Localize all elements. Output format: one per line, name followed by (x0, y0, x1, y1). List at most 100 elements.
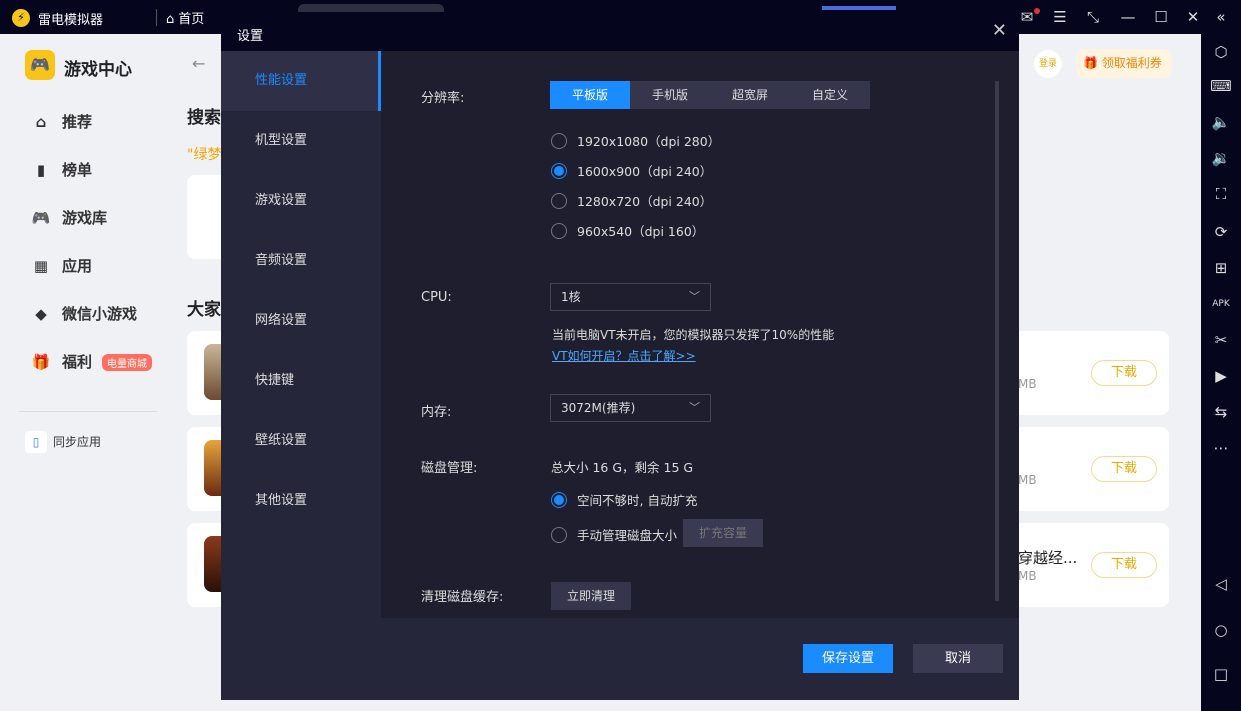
memory-value: 3072M(推荐) (561, 401, 636, 415)
diamond-icon: ◆ (35, 305, 47, 323)
sidebar-item-wechat-games[interactable]: ◆ 微信小游戏 (30, 303, 137, 324)
sidebar-item-welfare[interactable]: 🎁 福利 电量商城 (30, 351, 153, 372)
sidebar-item-apps[interactable]: ▦ 应用 (30, 255, 92, 276)
house-icon: ⌂ (35, 113, 47, 131)
disk-manual-option[interactable]: 手动管理磁盘大小 (551, 525, 677, 544)
coupon-button[interactable]: 🎁 领取福利券 (1077, 49, 1171, 78)
volume-up-icon[interactable]: 🔈 (1209, 110, 1233, 134)
rotate-icon[interactable]: ⟳ (1209, 220, 1233, 244)
close-icon[interactable]: ✕ (1183, 8, 1203, 26)
coupon-label: 领取福利券 (1101, 56, 1162, 70)
right-toolbar: ⬡ ⌨ 🔈 🔉 ⛶ ⟳ ⊞ APK ✂ ▶ ⇆ ⋯ ◁ ○ □ (1201, 34, 1241, 711)
search-heading: 搜索 (187, 108, 221, 128)
disk-summary: 总大小 16 G，剩余 15 G (551, 460, 694, 475)
close-icon[interactable]: ✕ (992, 20, 1007, 41)
nav-performance[interactable]: 性能设置 (221, 51, 381, 111)
game-center-logo-icon: 🎮 (25, 50, 55, 80)
sync-label: 同步应用 (53, 435, 102, 449)
memory-select[interactable]: 3072M(推荐) ﹀ (550, 394, 711, 422)
sidebar-item-ranking[interactable]: ▮ 榜单 (30, 159, 92, 180)
dialog-header: 设置 ✕ (221, 15, 1019, 51)
menu-icon[interactable]: ☰ (1050, 8, 1070, 26)
gift-lock-icon: 🎁 (1083, 56, 1098, 70)
more-icon[interactable]: ⋯ (1209, 436, 1233, 460)
expand-capacity-button[interactable]: 扩充容量 (683, 519, 763, 547)
nav-label: 榜单 (62, 161, 93, 179)
resolution-option[interactable]: 1280x720（dpi 240） (551, 191, 712, 210)
download-button[interactable]: 下载 (1091, 552, 1157, 578)
clear-cache-button[interactable]: 立即清理 (551, 582, 631, 610)
resolution-option[interactable]: 960x540（dpi 160） (551, 221, 704, 240)
apk-icon[interactable]: APK (1209, 292, 1233, 316)
tab-tablet[interactable]: 平板版 (550, 81, 630, 109)
option-label: 1280x720（dpi 240） (577, 194, 713, 209)
vt-help-link[interactable]: VT如何开启？点击了解>> (552, 347, 696, 364)
save-button[interactable]: 保存设置 (803, 644, 893, 673)
download-button[interactable]: 下载 (1091, 456, 1157, 482)
clear-cache-label: 清理磁盘缓存: (421, 590, 504, 605)
minimize-icon[interactable]: — (1118, 8, 1138, 26)
video-icon[interactable]: ▶ (1209, 364, 1233, 388)
cpu-label: CPU: (421, 290, 452, 305)
resolution-label: 分辨率: (421, 91, 465, 106)
back-icon[interactable]: ◁ (1209, 572, 1233, 596)
multi-instance-icon[interactable]: ⊞ (1209, 256, 1233, 280)
game-size: MB (1018, 377, 1037, 391)
resolution-option[interactable]: 1920x1080（dpi 280） (551, 131, 720, 150)
tab-phone[interactable]: 手机版 (630, 81, 710, 109)
gamepad-icon: 🎮 (31, 209, 51, 227)
nav-wallpaper[interactable]: 壁纸设置 (221, 411, 381, 471)
nav-other[interactable]: 其他设置 (221, 471, 381, 531)
disk-auto-option[interactable]: 空间不够时, 自动扩充 (551, 490, 697, 509)
tab-ultrawide[interactable]: 超宽屏 (710, 81, 790, 109)
tab[interactable] (298, 4, 444, 12)
resolution-tabs: 平板版 手机版 超宽屏 自定义 (550, 81, 870, 109)
shrink-icon[interactable]: ⤡ (1083, 8, 1103, 26)
tab-custom[interactable]: 自定义 (790, 81, 870, 109)
nav-label: 微信小游戏 (62, 305, 138, 323)
option-label: 960x540（dpi 160） (577, 224, 705, 239)
vt-warning: 当前电脑VT未开启，您的模拟器只发挥了10%的性能 (552, 328, 835, 342)
cpu-value: 1核 (561, 290, 581, 304)
radio-icon (551, 526, 567, 543)
phone-sync-icon: ▯ (25, 431, 47, 453)
nav-shortcuts[interactable]: 快捷键 (221, 351, 381, 411)
game-title: 穿越经... (1018, 549, 1078, 567)
home-tab[interactable]: ⌂ 首页 (166, 8, 208, 27)
settings-nav: 性能设置 机型设置 游戏设置 音频设置 网络设置 快捷键 壁纸设置 其他设置 (221, 51, 381, 618)
gift-icon: 🎁 (31, 353, 51, 371)
download-button[interactable]: 下载 (1091, 360, 1157, 386)
maximize-icon[interactable]: ☐ (1151, 8, 1171, 26)
search-hint: "绿梦 (187, 147, 222, 163)
sync-apps-button[interactable]: ▯ 同步应用 (25, 431, 101, 453)
volume-down-icon[interactable]: 🔉 (1209, 146, 1233, 170)
collapse-toolbar-icon[interactable]: « (1211, 8, 1231, 26)
settings-hex-icon[interactable]: ⬡ (1209, 40, 1233, 64)
home-circle-icon[interactable]: ○ (1209, 618, 1233, 642)
sync-icon[interactable]: ⇆ (1209, 400, 1233, 424)
keyboard-icon[interactable]: ⌨ (1209, 74, 1233, 98)
recents-icon[interactable]: □ (1209, 662, 1233, 686)
game-thumbnail (204, 440, 222, 496)
cancel-button[interactable]: 取消 (913, 644, 1003, 673)
sidebar-item-game-library[interactable]: 🎮 游戏库 (30, 207, 107, 228)
option-label: 1600x900（dpi 240） (577, 164, 713, 179)
dialog-footer: 保存设置 取消 (221, 618, 1019, 700)
dialog-title: 设置 (237, 29, 264, 44)
popular-heading: 大家 (187, 300, 221, 320)
cpu-select[interactable]: 1核 ﹀ (550, 283, 711, 311)
tab-indicator (822, 6, 896, 10)
nav-game[interactable]: 游戏设置 (221, 171, 381, 231)
resolution-option[interactable]: 1600x900（dpi 240） (551, 161, 712, 180)
app-title: 雷电模拟器 (38, 13, 104, 28)
nav-label: 应用 (62, 257, 93, 275)
back-arrow-icon[interactable]: ← (192, 54, 205, 73)
fullscreen-icon[interactable]: ⛶ (1209, 182, 1233, 206)
nav-device-model[interactable]: 机型设置 (221, 111, 381, 171)
nav-network[interactable]: 网络设置 (221, 291, 381, 351)
login-button[interactable]: 登录 (1034, 50, 1062, 78)
sidebar-item-recommend[interactable]: ⌂ 推荐 (30, 111, 92, 132)
nav-audio[interactable]: 音频设置 (221, 231, 381, 291)
scrollbar[interactable] (995, 81, 999, 601)
scissors-icon[interactable]: ✂ (1209, 328, 1233, 352)
